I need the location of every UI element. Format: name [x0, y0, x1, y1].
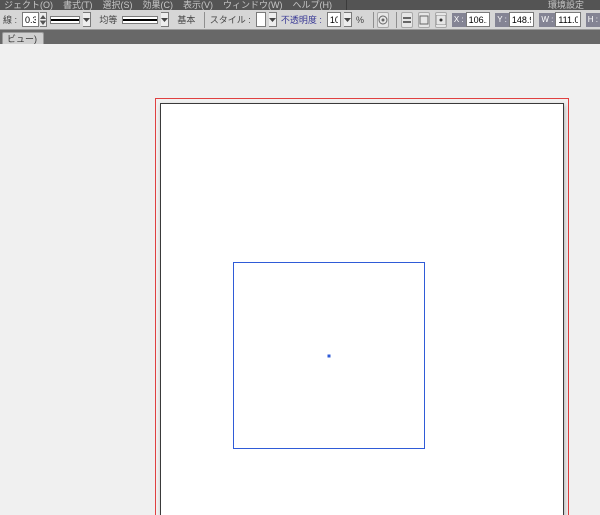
menu-window[interactable]: ウィンドウ(W): [223, 0, 283, 10]
opacity-unit: %: [355, 12, 366, 28]
menubar-divider: [346, 0, 347, 10]
menu-object[interactable]: ジェクト(O): [4, 0, 53, 10]
stepper-down-icon[interactable]: [40, 20, 46, 26]
stroke-profile-preview[interactable]: [122, 16, 158, 24]
transform-panel-icon[interactable]: [418, 12, 430, 28]
menu-preferences[interactable]: 環境設定: [548, 0, 584, 10]
style-label: スタイル :: [209, 12, 253, 28]
w-label: W :: [539, 13, 555, 27]
canvas[interactable]: [0, 44, 600, 515]
menu-select[interactable]: 選択(S): [103, 0, 133, 10]
style-dropdown[interactable]: [269, 12, 277, 27]
y-field[interactable]: [509, 12, 534, 27]
stroke-weight-input[interactable]: [25, 15, 36, 25]
w-field[interactable]: [555, 12, 580, 27]
reference-point-icon[interactable]: [435, 12, 447, 28]
chevron-down-icon: [161, 18, 168, 22]
style-swatch[interactable]: [256, 12, 266, 27]
opacity-dropdown[interactable]: [344, 12, 352, 27]
recolor-artwork-icon[interactable]: [377, 12, 389, 28]
options-bar: 線 : 均等 基本 スタイル : 不透明度 : %: [0, 10, 600, 30]
stroke-weight-field[interactable]: [22, 12, 39, 27]
y-input[interactable]: [512, 15, 531, 25]
y-label: Y :: [495, 13, 509, 27]
stroke-dash-dropdown[interactable]: [83, 12, 91, 27]
w-input[interactable]: [558, 15, 577, 25]
x-input[interactable]: [469, 15, 488, 25]
x-field[interactable]: [466, 12, 491, 27]
menubar: ジェクト(O) 書式(T) 選択(S) 効果(C) 表示(V) ウィンドウ(W)…: [0, 0, 600, 10]
menu-view[interactable]: 表示(V): [183, 0, 213, 10]
stroke-profile-dropdown[interactable]: [161, 12, 169, 27]
opacity-input[interactable]: [330, 15, 338, 25]
uniform-label: 均等: [98, 12, 119, 28]
menu-help[interactable]: ヘルプ(H): [293, 0, 333, 10]
document-tab[interactable]: ビュー): [2, 32, 44, 44]
document-tabstrip: ビュー): [0, 30, 600, 44]
stroke-weight-stepper[interactable]: [40, 12, 47, 27]
chevron-down-icon: [344, 18, 351, 22]
chevron-down-icon: [269, 18, 276, 22]
opacity-label: 不透明度 :: [280, 12, 324, 28]
menu-type[interactable]: 書式(T): [63, 0, 93, 10]
align-icon[interactable]: [401, 12, 413, 28]
stroke-label: 線 :: [2, 12, 19, 28]
menu-effect[interactable]: 効果(C): [143, 0, 174, 10]
stroke-dash-preview[interactable]: [50, 16, 80, 24]
opacity-field[interactable]: [327, 12, 341, 27]
selection-center-icon: [328, 354, 331, 357]
h-label: H :: [586, 13, 600, 27]
x-label: X :: [452, 13, 466, 27]
profile-label: 基本: [176, 12, 197, 28]
chevron-down-icon: [83, 18, 90, 22]
